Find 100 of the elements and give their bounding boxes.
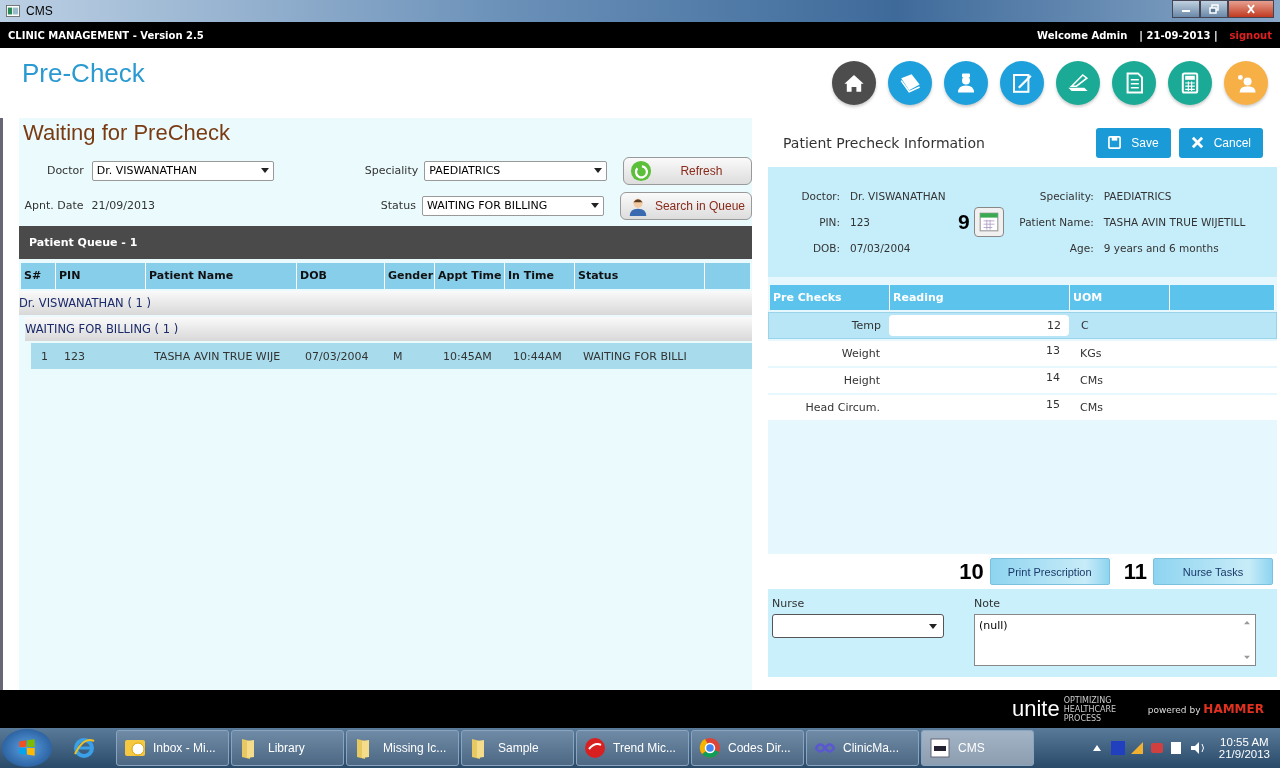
nurse-nav-button[interactable]: [944, 61, 988, 105]
refresh-button[interactable]: Refresh: [622, 156, 752, 185]
annotation-number: 9: [958, 210, 970, 234]
page-title: Pre-Check: [22, 58, 145, 89]
start-button[interactable]: [2, 729, 52, 767]
taskbar-button[interactable]: Sample: [461, 730, 574, 766]
table-cell-text: 13: [1045, 343, 1061, 357]
field-label: Status: [379, 199, 416, 212]
clock-time[interactable]: 10:55 AM: [1220, 736, 1269, 748]
patient-row[interactable]: 1 123 TASHA AVIN TRUE WIJE 07/03/2004 M 10:45AM 10:44AM WAITING FOR BILLI: [31, 343, 752, 369]
group-row[interactable]: Dr. VISWANATHAN ( 1 ): [19, 291, 752, 315]
group-label: WAITING FOR BILLING ( 1 ): [25, 322, 179, 336]
info-value: 123: [850, 216, 871, 228]
table-cell-text: 1: [40, 349, 49, 363]
precheck-row[interactable]: Head Circum. 15 CMs: [768, 395, 1277, 420]
close-button[interactable]: [1228, 0, 1274, 18]
caret-icon: [590, 203, 599, 208]
doctor-dropdown[interactable]: Dr. VISWANATHAN: [91, 160, 275, 181]
taskbar-button[interactable]: Trend Mic...: [576, 730, 689, 766]
table-cell-text: 15: [1045, 397, 1061, 411]
caret-icon: [261, 168, 270, 173]
signout-link[interactable]: signout: [1229, 29, 1272, 41]
column-header: Pre Checks: [770, 285, 890, 310]
taskbar-button[interactable]: Missing Ic...: [346, 730, 459, 766]
caret-icon: [929, 623, 937, 629]
restore-icon: [1208, 4, 1220, 14]
table-cell-text: 14: [1045, 370, 1061, 384]
search-queue-button[interactable]: Search in Queue: [619, 191, 752, 220]
taskbar-button[interactable]: Codes Dir...: [691, 730, 804, 766]
info-value: Dr. VISWANATHAN: [850, 190, 946, 202]
info-value: TASHA AVIN TRUE WIJETILL: [1103, 216, 1246, 228]
annotation-number: 11: [1123, 558, 1147, 585]
column-header: PIN: [56, 263, 146, 289]
table-cell-text: 123: [63, 349, 86, 363]
table-cell-text: Weight: [840, 347, 881, 360]
current-date: | 21-09-2013 |: [1139, 29, 1218, 41]
speciality-dropdown[interactable]: PAEDIATRICS: [424, 160, 607, 181]
browser-e-icon: [72, 736, 96, 760]
field-label: Nurse: [772, 597, 806, 610]
info-value: 07/03/2004: [850, 242, 911, 254]
info-label: PIN:: [818, 216, 840, 228]
precheck-row[interactable]: Temp 12 C: [768, 312, 1277, 339]
calculator-nav-button[interactable]: [1168, 61, 1212, 105]
column-header: Gender: [385, 263, 435, 289]
close-icon: [1190, 136, 1204, 149]
column-header: DOB: [297, 263, 385, 289]
table-cell-text: WAITING FOR BILLI: [582, 349, 688, 363]
taskbar-button[interactable]: Inbox - Mi...: [116, 730, 229, 766]
column-header: Appt Time: [435, 263, 505, 289]
info-value: PAEDIATRICS: [1103, 190, 1172, 202]
windows-logo-icon: [16, 737, 38, 759]
panel-title: Waiting for PreCheck: [23, 120, 232, 147]
table-cell-text: Head Circum.: [804, 401, 881, 414]
calendar-icon: [977, 211, 1000, 233]
field-label: Note: [974, 597, 1002, 610]
shield-icon: [583, 736, 607, 760]
restore-button[interactable]: [1200, 0, 1228, 18]
window-icon: [928, 736, 952, 760]
taskbar-button[interactable]: ClinicMa...: [806, 730, 919, 766]
table-cell-text: TASHA AVIN TRUE WIJE: [153, 349, 282, 363]
field-label: Apnt. Date: [23, 199, 84, 212]
close-icon: [1245, 4, 1257, 14]
precheck-row[interactable]: Height 14 CMs: [768, 368, 1277, 393]
calendar-button[interactable]: [973, 207, 1004, 237]
table-cell-text: CMs: [1079, 401, 1104, 414]
info-label: Doctor:: [800, 190, 840, 202]
refresh-icon: [629, 159, 652, 182]
precheck-row[interactable]: Weight 13 KGs: [768, 341, 1277, 366]
table-cell-text: 10:44AM: [512, 349, 563, 363]
scroll-arrows-icon: [1243, 619, 1251, 661]
clock-date[interactable]: 21/9/2013: [1218, 748, 1270, 760]
note-textarea[interactable]: (null): [974, 614, 1256, 666]
info-label: Patient Name:: [1018, 216, 1094, 228]
book-nav-button[interactable]: [888, 61, 932, 105]
info-label: Age:: [1068, 242, 1094, 254]
table-cell-text: 10:45AM: [442, 349, 493, 363]
table-cell-text: C: [1080, 319, 1090, 332]
document-nav-button[interactable]: [1112, 61, 1156, 105]
column-header: UOM: [1070, 285, 1170, 310]
action-button[interactable]: Print Prescription: [989, 558, 1110, 585]
edit-nav-button[interactable]: [1000, 61, 1044, 105]
home-nav-button[interactable]: [832, 61, 876, 105]
scanner-nav-button[interactable]: [1056, 61, 1100, 105]
minimize-button[interactable]: [1172, 0, 1200, 18]
group-label: Dr. VISWANATHAN ( 1 ): [19, 296, 151, 310]
taskbar-button[interactable]: Library: [231, 730, 344, 766]
annotation-number: 10: [959, 558, 984, 585]
action-button[interactable]: Nurse Tasks: [1153, 558, 1273, 585]
table-cell-text: 07/03/2004: [304, 349, 370, 363]
welcome-text: Welcome Admin: [1037, 29, 1128, 41]
powered-by-text: powered by HAMMER: [1147, 702, 1264, 716]
reading-input[interactable]: 12: [889, 315, 1069, 336]
status-dropdown[interactable]: WAITING FOR BILLING: [421, 195, 604, 216]
nurse-dropdown[interactable]: [772, 614, 944, 638]
table-cell-text: Temp: [850, 319, 882, 332]
column-header: Patient Name: [146, 263, 297, 289]
table-cell-text: CMs: [1079, 374, 1104, 387]
app-icon: [6, 5, 20, 17]
subgroup-row[interactable]: WAITING FOR BILLING ( 1 ): [25, 317, 752, 341]
column-header: In Time: [505, 263, 575, 289]
